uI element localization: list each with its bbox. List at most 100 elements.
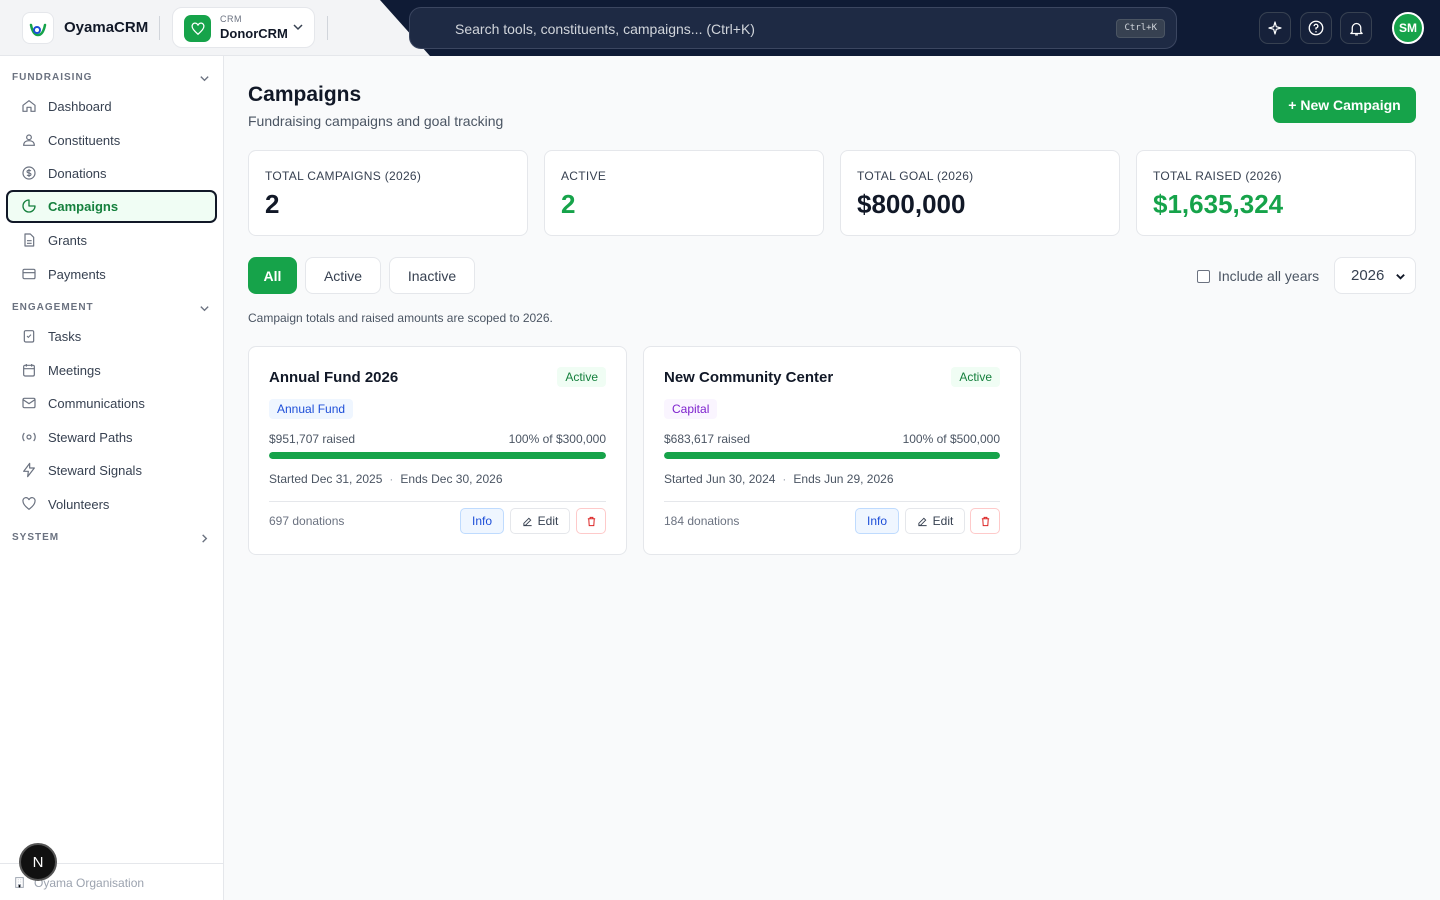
search-shortcut-badge: Ctrl+K <box>1116 19 1165 38</box>
crm-switcher-label: CRM <box>220 14 242 24</box>
sidebar-item-volunteers[interactable]: Volunteers <box>6 488 217 521</box>
sidebar-item-steward-paths[interactable]: Steward Paths <box>6 421 217 454</box>
sidebar-item-donations[interactable]: Donations <box>6 157 217 190</box>
stat-card-total-goal: TOTAL GOAL (2026) $800,000 <box>840 150 1120 236</box>
delete-button[interactable] <box>576 508 606 534</box>
year-select-value: 2026 <box>1351 267 1385 284</box>
status-badge: Active <box>557 367 606 387</box>
edit-button[interactable]: Edit <box>510 508 570 534</box>
credit-card-icon <box>22 268 36 280</box>
stat-label: TOTAL GOAL (2026) <box>857 169 974 183</box>
sidebar-section-fundraising[interactable]: FUNDRAISING <box>12 72 92 83</box>
sidebar-item-label: Tasks <box>48 329 82 344</box>
stat-value: 2 <box>561 189 576 219</box>
end-date: Ends Dec 30, 2026 <box>400 472 503 486</box>
sidebar: FUNDRAISING Dashboard Constituents Donat… <box>0 56 224 900</box>
path-icon <box>22 432 36 442</box>
dev-tools-badge[interactable]: N <box>19 843 57 881</box>
sidebar-item-grants[interactable]: Grants <box>6 224 217 257</box>
start-date: Started Dec 31, 2025 <box>269 472 383 486</box>
progress-bar <box>269 452 606 459</box>
progress-text: 100% of $300,000 <box>508 432 606 446</box>
global-search[interactable]: Search tools, constituents, campaigns...… <box>409 7 1177 49</box>
year-select[interactable]: 2026 <box>1334 257 1416 294</box>
notifications-button[interactable] <box>1340 12 1372 44</box>
sidebar-item-constituents[interactable]: Constituents <box>6 124 217 157</box>
sidebar-item-tasks[interactable]: Tasks <box>6 320 217 353</box>
category-badge: Annual Fund <box>269 399 354 419</box>
filter-active-button[interactable]: Active <box>305 257 381 294</box>
new-campaign-button[interactable]: + New Campaign <box>1273 87 1416 123</box>
help-icon <box>1308 20 1324 36</box>
stat-label: TOTAL CAMPAIGNS (2026) <box>265 169 422 183</box>
status-badge: Active <box>951 367 1000 387</box>
include-all-years-checkbox[interactable] <box>1197 269 1210 283</box>
campaign-title[interactable]: New Community Center <box>664 369 833 386</box>
info-button[interactable]: Info <box>855 508 899 534</box>
calendar-icon <box>23 364 35 377</box>
filter-all-button[interactable]: All <box>248 257 297 294</box>
sidebar-item-label: Donations <box>48 166 107 181</box>
chevron-down-icon <box>1396 274 1405 280</box>
chevron-down-icon[interactable] <box>199 303 210 314</box>
users-icon <box>23 134 35 146</box>
include-all-years-toggle[interactable]: Include all years <box>1197 268 1319 284</box>
divider <box>269 501 606 502</box>
end-date: Ends Jun 29, 2026 <box>793 472 894 486</box>
donation-count: 697 donations <box>269 514 345 528</box>
sidebar-item-label: Communications <box>48 396 145 411</box>
sidebar-item-communications[interactable]: Communications <box>6 387 217 420</box>
stat-value: 2 <box>265 189 280 219</box>
crm-switcher-name: DonorCRM <box>220 26 288 41</box>
app-name: OyamaCRM <box>64 19 149 36</box>
building-icon <box>15 877 24 888</box>
edit-icon <box>523 517 532 526</box>
delete-button[interactable] <box>970 508 1000 534</box>
raised-amount: $683,617 raised <box>664 432 751 446</box>
ai-assistant-button[interactable] <box>1259 12 1291 44</box>
sidebar-section-system[interactable]: SYSTEM <box>12 532 59 543</box>
user-avatar[interactable]: SM <box>1392 12 1424 44</box>
sidebar-item-steward-signals[interactable]: Steward Signals <box>6 454 217 487</box>
sidebar-item-label: Grants <box>48 233 88 248</box>
trash-icon <box>587 516 595 526</box>
filter-inactive-button[interactable]: Inactive <box>389 257 475 294</box>
home-icon <box>22 100 36 112</box>
chevron-right-icon[interactable] <box>199 533 210 544</box>
sidebar-item-dashboard[interactable]: Dashboard <box>6 90 217 123</box>
logo-icon <box>29 23 47 37</box>
campaign-dates: Started Dec 31, 2025 · Ends Dec 30, 2026 <box>269 472 503 486</box>
sidebar-item-label: Dashboard <box>48 99 112 114</box>
progress-bar-fill <box>269 452 606 459</box>
sidebar-item-campaigns[interactable]: Campaigns <box>6 190 217 223</box>
sidebar-item-meetings[interactable]: Meetings <box>6 354 217 387</box>
heart-icon <box>22 497 36 511</box>
pie-chart-icon <box>22 199 36 213</box>
include-all-years-label: Include all years <box>1218 268 1320 284</box>
org-name: Oyama Organisation <box>34 876 145 890</box>
category-badge: Capital <box>664 399 718 419</box>
stat-card-total-campaigns: TOTAL CAMPAIGNS (2026) 2 <box>248 150 528 236</box>
edit-button[interactable]: Edit <box>905 508 965 534</box>
crm-switcher[interactable]: CRM DonorCRM <box>172 7 315 48</box>
scope-note: Campaign totals and raised amounts are s… <box>248 311 553 325</box>
search-input[interactable]: Search tools, constituents, campaigns...… <box>455 21 755 37</box>
heart-icon <box>184 15 211 42</box>
progress-bar-fill <box>664 452 1000 459</box>
sidebar-item-label: Payments <box>48 267 106 282</box>
sidebar-section-engagement[interactable]: ENGAGEMENT <box>12 302 94 313</box>
top-bar: OyamaCRM CRM DonorCRM Search tools, cons… <box>0 0 1440 56</box>
sidebar-item-payments[interactable]: Payments <box>6 258 217 291</box>
chevron-down-icon[interactable] <box>199 73 210 84</box>
campaign-title[interactable]: Annual Fund 2026 <box>269 369 398 386</box>
help-button[interactable] <box>1300 12 1332 44</box>
stat-value: $800,000 <box>857 189 966 219</box>
stat-card-total-raised: TOTAL RAISED (2026) $1,635,324 <box>1136 150 1416 236</box>
edit-icon <box>918 517 927 526</box>
trash-icon <box>981 516 989 526</box>
info-button[interactable]: Info <box>460 508 504 534</box>
start-date: Started Jun 30, 2024 <box>664 472 776 486</box>
bolt-icon <box>23 462 35 478</box>
clipboard-icon <box>23 330 35 343</box>
app-logo[interactable] <box>22 12 54 44</box>
